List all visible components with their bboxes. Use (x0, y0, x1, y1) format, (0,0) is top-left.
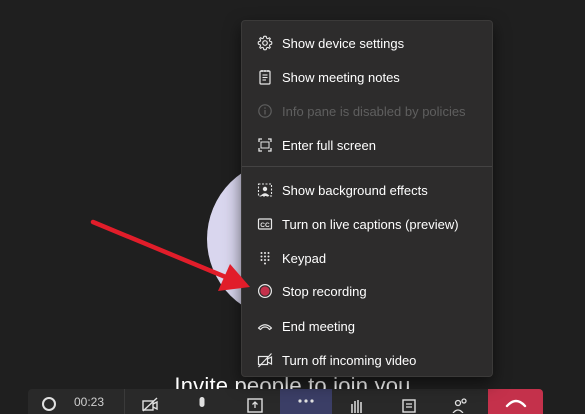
red-annotation-arrow (90, 219, 250, 291)
